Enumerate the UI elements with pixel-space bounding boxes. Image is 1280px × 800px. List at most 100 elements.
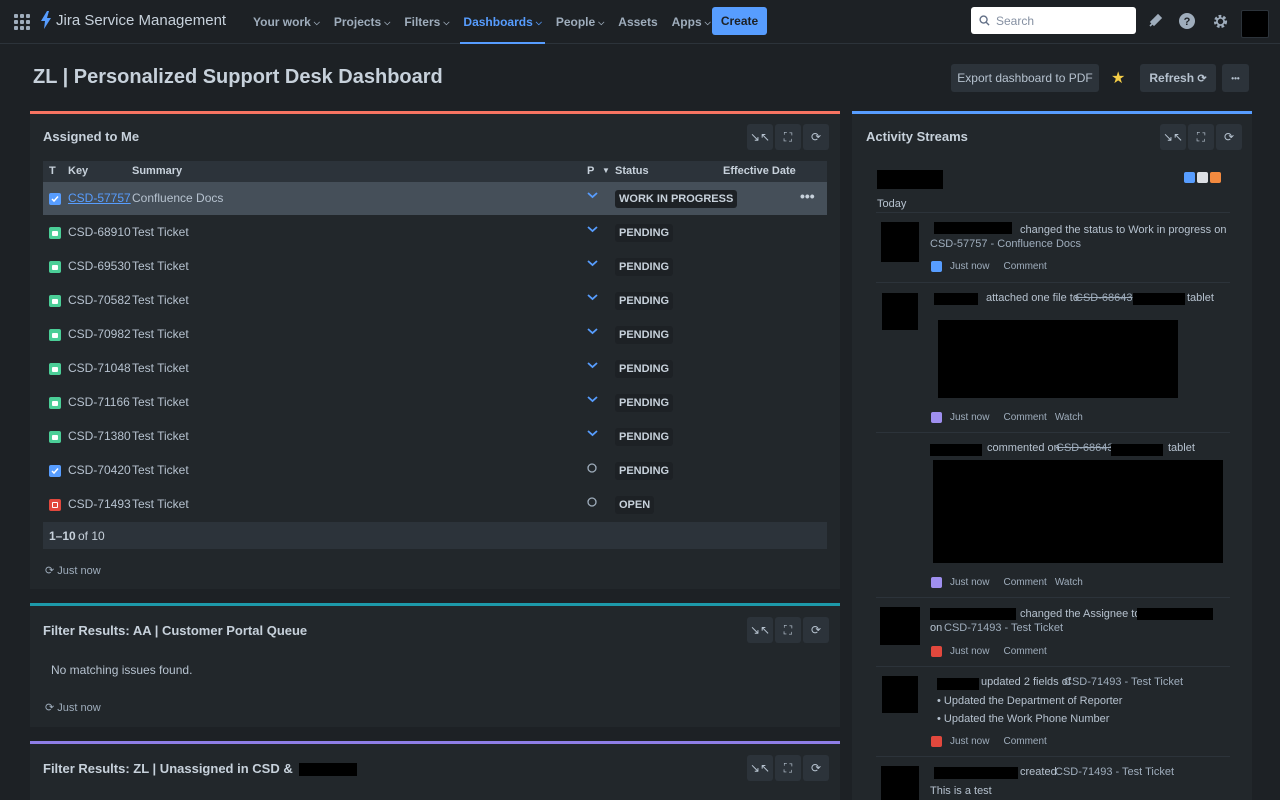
- activity-issue-link[interactable]: CSD-71493 - Test Ticket: [944, 622, 1063, 634]
- status-badge: WORK IN PROGRESS: [615, 190, 738, 208]
- status-badge: PENDING: [615, 360, 674, 378]
- minimize-icon[interactable]: ↘↖: [1160, 124, 1186, 150]
- refresh-button[interactable]: Refresh ⟳: [1140, 64, 1216, 92]
- issue-summary[interactable]: Test Ticket: [132, 497, 189, 511]
- comment-body: [933, 460, 1223, 563]
- attachment-thumbnail[interactable]: [938, 320, 1178, 398]
- gadget-refresh-icon[interactable]: ⟳: [803, 124, 829, 150]
- chevron-down-icon: ⌵: [313, 18, 320, 27]
- gadget-refresh-icon[interactable]: ⟳: [803, 617, 829, 643]
- comment-link[interactable]: Comment: [1003, 646, 1046, 657]
- full-view-icon[interactable]: [1197, 172, 1208, 183]
- gadget-refresh-icon[interactable]: ⟳: [1216, 124, 1242, 150]
- issue-summary[interactable]: Test Ticket: [132, 225, 189, 239]
- redacted-block: [299, 763, 358, 777]
- comment-link[interactable]: Comment: [1003, 412, 1046, 423]
- issue-summary[interactable]: Confluence Docs: [132, 191, 223, 205]
- gadget-refresh-icon[interactable]: ⟳: [803, 755, 829, 781]
- table-row[interactable]: CSD-71380 Test Ticket PENDING: [43, 420, 827, 454]
- activity-issue-link[interactable]: CSD-71493 - Test Ticket: [1064, 676, 1183, 688]
- minimize-icon[interactable]: ↘↖: [747, 617, 773, 643]
- comment-link[interactable]: Comment: [1003, 577, 1046, 588]
- issue-summary[interactable]: Test Ticket: [132, 327, 189, 341]
- issue-key-link[interactable]: CSD-71380: [68, 429, 131, 443]
- list-view-icon[interactable]: [1184, 172, 1195, 183]
- issue-summary[interactable]: Test Ticket: [132, 463, 189, 477]
- col-summary[interactable]: Summary: [132, 165, 182, 177]
- settings-gear-icon[interactable]: [1209, 10, 1231, 32]
- issue-summary[interactable]: Test Ticket: [132, 361, 189, 375]
- chevron-down-icon: ⌵: [704, 18, 711, 27]
- col-priority[interactable]: P: [587, 165, 594, 177]
- redacted-block: [934, 293, 978, 305]
- search-input[interactable]: [996, 13, 1126, 28]
- issue-summary[interactable]: Test Ticket: [132, 429, 189, 443]
- issue-key-link[interactable]: CSD-70982: [68, 327, 131, 341]
- nav-projects[interactable]: Projects ⌵: [327, 0, 397, 44]
- last-refreshed: ⟳ Just now: [45, 701, 101, 714]
- comment-link[interactable]: Comment: [1003, 261, 1046, 272]
- search-box[interactable]: [971, 7, 1136, 34]
- table-row[interactable]: CSD-70420 Test Ticket PENDING: [43, 454, 827, 488]
- col-effective-date[interactable]: Effective Date: [723, 165, 796, 177]
- issue-key-link[interactable]: CSD-71493: [68, 497, 131, 511]
- row-actions-button[interactable]: •••: [800, 188, 815, 204]
- table-row[interactable]: CSD-71493 Test Ticket OPEN: [43, 488, 827, 522]
- redacted-block: [930, 608, 1016, 620]
- activity-text: changed the status to Work in progress o…: [1020, 224, 1227, 236]
- rss-feed-icon[interactable]: [1210, 172, 1221, 183]
- col-status[interactable]: Status: [615, 165, 649, 177]
- issue-key-link[interactable]: CSD-68910: [68, 225, 131, 239]
- create-button[interactable]: Create: [712, 7, 767, 35]
- nav-dashboards[interactable]: Dashboards ⌵: [456, 0, 548, 44]
- avatar: [881, 766, 919, 800]
- activity-issue-link[interactable]: CSD-68643: [1075, 292, 1132, 304]
- maximize-icon[interactable]: ⛶: [775, 755, 801, 781]
- activity-issue-link[interactable]: CSD-68643: [1056, 442, 1113, 454]
- issue-summary[interactable]: Test Ticket: [132, 293, 189, 307]
- issue-summary[interactable]: Test Ticket: [132, 395, 189, 409]
- more-actions-button[interactable]: •••: [1222, 64, 1249, 92]
- issue-key-link[interactable]: CSD-71166: [68, 395, 130, 409]
- maximize-icon[interactable]: ⛶: [775, 124, 801, 150]
- activity-text: tablet: [1168, 442, 1195, 454]
- nav-assets[interactable]: Assets: [611, 0, 664, 44]
- issue-key-link[interactable]: CSD-69530: [68, 259, 131, 273]
- table-row[interactable]: CSD-70582 Test Ticket PENDING: [43, 284, 827, 318]
- comment-link[interactable]: Comment: [1003, 736, 1046, 747]
- watch-link[interactable]: Watch: [1055, 577, 1083, 588]
- issue-key-link[interactable]: CSD-71048: [68, 361, 131, 375]
- issue-key-link[interactable]: CSD-70420: [68, 463, 131, 477]
- issue-summary[interactable]: Test Ticket: [132, 259, 189, 273]
- app-switcher-icon[interactable]: [14, 14, 30, 30]
- help-icon[interactable]: ?: [1176, 10, 1198, 32]
- table-row[interactable]: CSD-68910 Test Ticket PENDING: [43, 216, 827, 250]
- nav-people[interactable]: People ⌵: [549, 0, 611, 44]
- export-pdf-button[interactable]: Export dashboard to PDF: [951, 64, 1099, 92]
- table-row[interactable]: CSD-71166 Test Ticket PENDING: [43, 386, 827, 420]
- table-row[interactable]: CSD-70982 Test Ticket PENDING: [43, 318, 827, 352]
- issue-key-link[interactable]: CSD-70582: [68, 293, 131, 307]
- nav-apps[interactable]: Apps ⌵: [665, 0, 718, 44]
- issue-key-link[interactable]: CSD-57757: [68, 191, 131, 205]
- table-row[interactable]: CSD-71048 Test Ticket PENDING: [43, 352, 827, 386]
- star-favorite-icon[interactable]: ★: [1111, 68, 1125, 88]
- minimize-icon[interactable]: ↘↖: [747, 755, 773, 781]
- table-row[interactable]: CSD-69530 Test Ticket PENDING: [43, 250, 827, 284]
- sort-chevron-icon[interactable]: ▼: [602, 166, 610, 175]
- table-row[interactable]: CSD-57757 Confluence Docs WORK IN PROGRESS…: [43, 182, 827, 216]
- activity-issue-link[interactable]: CSD-71493 - Test Ticket: [1055, 766, 1174, 778]
- field-change-item: • Updated the Work Phone Number: [937, 713, 1110, 725]
- nav-filters[interactable]: Filters ⌵: [397, 0, 456, 44]
- minimize-icon[interactable]: ↘↖: [747, 124, 773, 150]
- notifications-icon[interactable]: [1144, 10, 1166, 32]
- maximize-icon[interactable]: ⛶: [1188, 124, 1214, 150]
- watch-link[interactable]: Watch: [1055, 412, 1083, 423]
- product-logo[interactable]: Jira Service Management: [40, 11, 226, 29]
- user-avatar[interactable]: [1241, 10, 1269, 38]
- col-type[interactable]: T: [49, 165, 56, 177]
- activity-issue-link[interactable]: CSD-57757 - Confluence Docs: [930, 238, 1081, 250]
- col-key[interactable]: Key: [68, 165, 88, 177]
- maximize-icon[interactable]: ⛶: [775, 617, 801, 643]
- nav-your-work[interactable]: Your work ⌵: [246, 0, 327, 44]
